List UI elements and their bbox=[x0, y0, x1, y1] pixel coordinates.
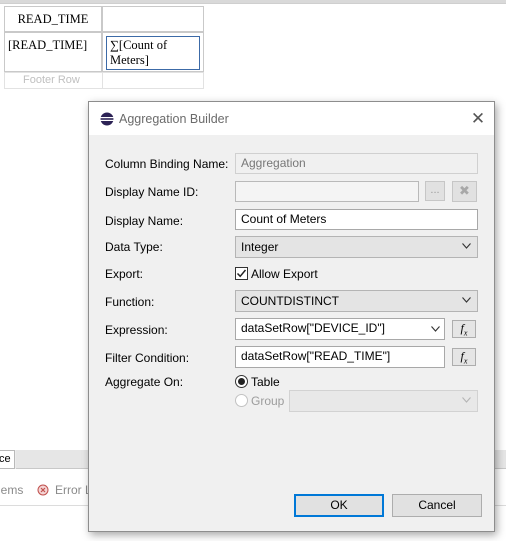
display-name-id-field[interactable] bbox=[235, 181, 419, 202]
error-log-view-tab[interactable]: Error L bbox=[55, 483, 92, 497]
editor-top-border bbox=[0, 0, 506, 4]
bottom-tab[interactable]: ce bbox=[0, 450, 15, 469]
display-name-id-label: Display Name ID: bbox=[105, 185, 199, 199]
data-type-value: Integer bbox=[241, 240, 279, 254]
aggregate-on-label: Aggregate On: bbox=[105, 375, 184, 389]
expression-label: Expression: bbox=[105, 323, 168, 337]
radio-selected-dot bbox=[238, 378, 245, 385]
eclipse-icon bbox=[100, 112, 114, 126]
display-name-field[interactable]: Count of Meters bbox=[235, 209, 478, 230]
column-binding-name-label: Column Binding Name: bbox=[105, 157, 229, 171]
data-type-label: Data Type: bbox=[105, 240, 163, 254]
chevron-down-icon bbox=[431, 326, 440, 332]
function-icon: fx bbox=[460, 321, 468, 338]
footer-row-label: Footer Row bbox=[23, 74, 80, 86]
cancel-button[interactable]: Cancel bbox=[392, 494, 482, 517]
dialog-titlebar[interactable]: Aggregation Builder ✕ bbox=[89, 102, 494, 135]
ok-button[interactable]: OK bbox=[294, 494, 384, 517]
detail-cell-aggregation[interactable]: ∑[Count of Meters] bbox=[102, 32, 204, 72]
ellipsis-icon: ... bbox=[430, 184, 440, 196]
remove-icon: ✖ bbox=[459, 183, 470, 198]
allow-export-label[interactable]: Allow Export bbox=[251, 267, 318, 281]
footer-row[interactable]: Footer Row bbox=[4, 72, 204, 89]
group-select[interactable] bbox=[289, 390, 478, 412]
column-binding-name-field: Aggregation bbox=[235, 153, 478, 174]
export-label: Export: bbox=[105, 267, 144, 281]
aggregate-on-table-radio[interactable] bbox=[235, 375, 248, 388]
function-select[interactable]: COUNTDISTINCT bbox=[235, 290, 478, 312]
aggregate-on-table-label[interactable]: Table bbox=[251, 375, 280, 389]
dialog-title: Aggregation Builder bbox=[119, 112, 229, 126]
aggregation-cell-selected[interactable]: ∑[Count of Meters] bbox=[106, 36, 200, 70]
close-button[interactable]: ✕ bbox=[467, 108, 489, 130]
header-cell-read-time[interactable]: READ_TIME bbox=[4, 6, 102, 32]
aggregate-on-group-label[interactable]: Group bbox=[251, 394, 284, 408]
header-cell-empty[interactable] bbox=[102, 6, 204, 32]
filter-condition-label: Filter Condition: bbox=[105, 351, 190, 365]
filter-expression-builder-button[interactable]: fx bbox=[452, 348, 476, 366]
aggregate-on-group-radio[interactable] bbox=[235, 394, 248, 407]
footer-divider bbox=[102, 73, 103, 89]
expression-combo[interactable]: dataSetRow["DEVICE_ID"] bbox=[235, 318, 445, 340]
display-name-label: Display Name: bbox=[105, 214, 184, 228]
problems-view-tab[interactable]: lems bbox=[0, 483, 23, 497]
close-icon: ✕ bbox=[470, 109, 486, 128]
chevron-down-icon bbox=[462, 297, 471, 303]
aggregation-builder-dialog: Aggregation Builder ✕ Column Binding Nam… bbox=[88, 101, 495, 532]
display-name-id-browse-button[interactable]: ... bbox=[425, 181, 445, 201]
function-icon: fx bbox=[460, 349, 468, 366]
expression-builder-button[interactable]: fx bbox=[452, 320, 476, 338]
function-value: COUNTDISTINCT bbox=[241, 294, 339, 308]
function-label: Function: bbox=[105, 295, 155, 309]
display-name-id-clear-button[interactable]: ✖ bbox=[452, 181, 477, 202]
sigma-icon: ∑ bbox=[110, 38, 119, 52]
chevron-down-icon bbox=[462, 397, 471, 403]
allow-export-checkbox[interactable] bbox=[235, 267, 248, 280]
chevron-down-icon bbox=[462, 243, 471, 249]
expression-value: dataSetRow["DEVICE_ID"] bbox=[241, 321, 385, 335]
data-type-select[interactable]: Integer bbox=[235, 236, 478, 258]
error-log-icon bbox=[37, 484, 49, 496]
detail-cell-read-time[interactable]: [READ_TIME] bbox=[4, 32, 102, 72]
filter-condition-field[interactable]: dataSetRow["READ_TIME"] bbox=[235, 346, 445, 368]
bottom-tab-label: ce bbox=[0, 453, 11, 465]
checkmark-icon bbox=[236, 269, 247, 278]
aggregation-cell-text: [Count of Meters] bbox=[110, 38, 168, 67]
